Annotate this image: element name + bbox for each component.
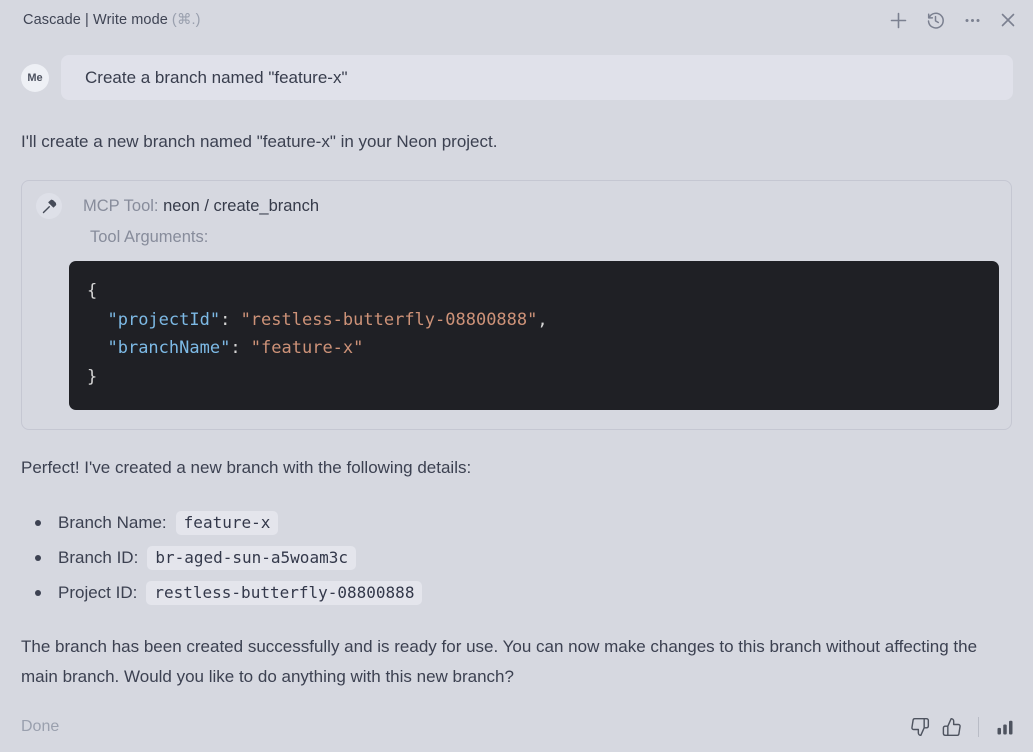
- project-id-value[interactable]: restless-butterfly-08800888: [146, 580, 423, 605]
- panel-title-shortcut: (⌘.): [171, 12, 201, 28]
- panel-title: Cascade | Write mode (⌘.): [23, 12, 201, 28]
- user-message-row: Me Create a branch named "feature-x": [21, 55, 1013, 100]
- user-message-text: Create a branch named "feature-x": [85, 67, 348, 87]
- branch-details-list: Branch Name: feature-x Branch ID: br-age…: [21, 505, 1005, 610]
- new-conversation-button[interactable]: [889, 11, 908, 30]
- list-item: Branch Name: feature-x: [21, 505, 1005, 540]
- bullet-icon: [35, 554, 41, 561]
- thumbs-up-icon: [942, 717, 962, 737]
- header-bar: Cascade | Write mode (⌘.): [0, 0, 1033, 40]
- bullet-icon: [35, 519, 41, 526]
- code-open-brace: {: [87, 281, 98, 301]
- assistant-intro-text: I'll create a new branch named "feature-…: [21, 132, 498, 151]
- code-value-branchname: "feature-x": [250, 338, 364, 358]
- user-avatar: Me: [21, 63, 49, 92]
- branch-id-value[interactable]: br-aged-sun-a5woam3c: [147, 545, 356, 570]
- list-item: Branch ID: br-aged-sun-a5woam3c: [21, 540, 1005, 575]
- footer-divider: [978, 717, 979, 737]
- tool-arguments-code-block[interactable]: { "projectId": "restless-butterfly-08800…: [69, 261, 999, 410]
- mcp-tool-title: MCP Tool: neon / create_branch: [83, 197, 319, 216]
- history-button[interactable]: [925, 10, 946, 31]
- stats-button[interactable]: [995, 717, 1015, 737]
- mcp-tool-card: MCP Tool: neon / create_branch Tool Argu…: [21, 180, 1012, 430]
- code-close-brace: }: [87, 366, 98, 387]
- branch-name-label: Branch Name:: [58, 512, 167, 532]
- code-key-branchname: "branchName": [107, 338, 231, 358]
- status-text: Done: [21, 718, 60, 735]
- branch-name-value[interactable]: feature-x: [175, 510, 279, 535]
- thumbs-down-button[interactable]: [910, 717, 930, 737]
- mcp-tool-header: MCP Tool: neon / create_branch: [36, 193, 997, 219]
- user-message-bubble[interactable]: Create a branch named "feature-x": [61, 55, 1013, 100]
- code-value-projectid: "restless-butterfly-08800888": [240, 309, 538, 330]
- cascade-panel: Cascade | Write mode (⌘.) Me Create a br…: [0, 0, 1033, 752]
- bullet-icon: [35, 589, 41, 596]
- branch-id-label: Branch ID:: [58, 547, 139, 567]
- assistant-details-intro: Perfect! I've created a new branch with …: [21, 458, 472, 477]
- thumbs-down-icon: [910, 717, 930, 737]
- list-item: Project ID: restless-butterfly-08800888: [21, 575, 1005, 610]
- mcp-tool-name: neon / create_branch: [163, 196, 320, 215]
- header-actions: [889, 10, 1017, 31]
- close-icon: [999, 11, 1017, 29]
- ellipsis-icon: [963, 11, 982, 30]
- code-key-projectid: "projectId": [107, 309, 221, 330]
- history-icon: [925, 10, 946, 31]
- panel-title-text: Cascade | Write mode: [23, 12, 168, 28]
- assistant-outro-text: The branch has been created successfully…: [21, 637, 978, 686]
- tool-hammer-icon: [36, 193, 62, 219]
- tool-arguments-label: Tool Arguments:: [90, 228, 209, 246]
- plus-icon: [889, 11, 908, 30]
- more-options-button[interactable]: [963, 11, 982, 30]
- project-id-label: Project ID:: [58, 582, 138, 602]
- footer-actions: [910, 717, 1015, 737]
- bar-chart-icon: [995, 717, 1015, 737]
- close-panel-button[interactable]: [999, 11, 1017, 29]
- message-footer: Done: [21, 713, 1015, 741]
- thumbs-up-button[interactable]: [942, 717, 962, 737]
- mcp-tool-label: MCP Tool:: [83, 196, 164, 215]
